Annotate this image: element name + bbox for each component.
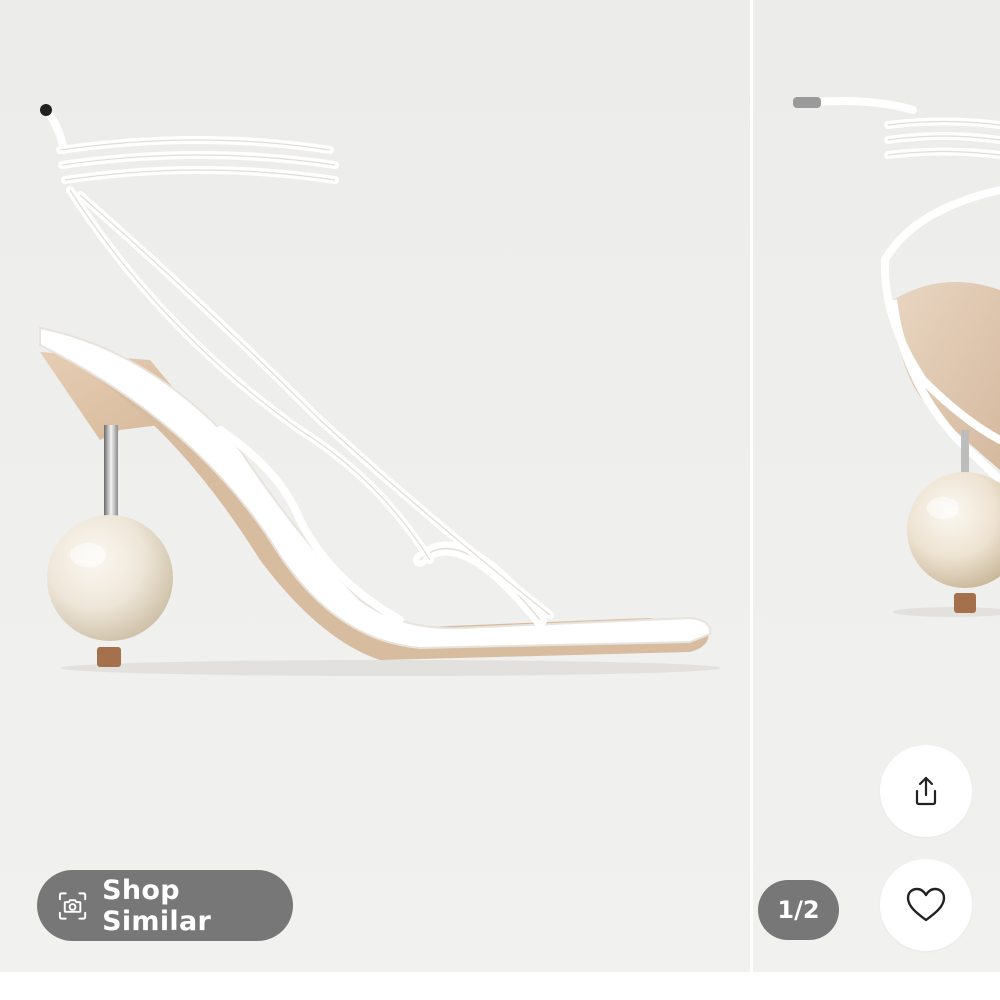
sandal-side-view — [39, 104, 720, 676]
product-image-1[interactable] — [0, 0, 750, 972]
sandal-angle-view — [793, 97, 1000, 617]
favorite-button[interactable] — [880, 859, 972, 951]
shop-similar-button[interactable]: Shop Similar — [37, 870, 293, 941]
shop-similar-label: Shop Similar — [102, 874, 212, 937]
share-button[interactable] — [880, 745, 972, 837]
bottom-strip — [0, 972, 1000, 1000]
page-indicator: 1/2 — [758, 880, 839, 940]
share-icon — [915, 776, 937, 806]
camera-scan-icon — [58, 891, 87, 920]
product-image-gallery[interactable] — [0, 0, 1000, 972]
product-image-2[interactable] — [753, 0, 1000, 972]
heart-icon — [906, 887, 946, 922]
